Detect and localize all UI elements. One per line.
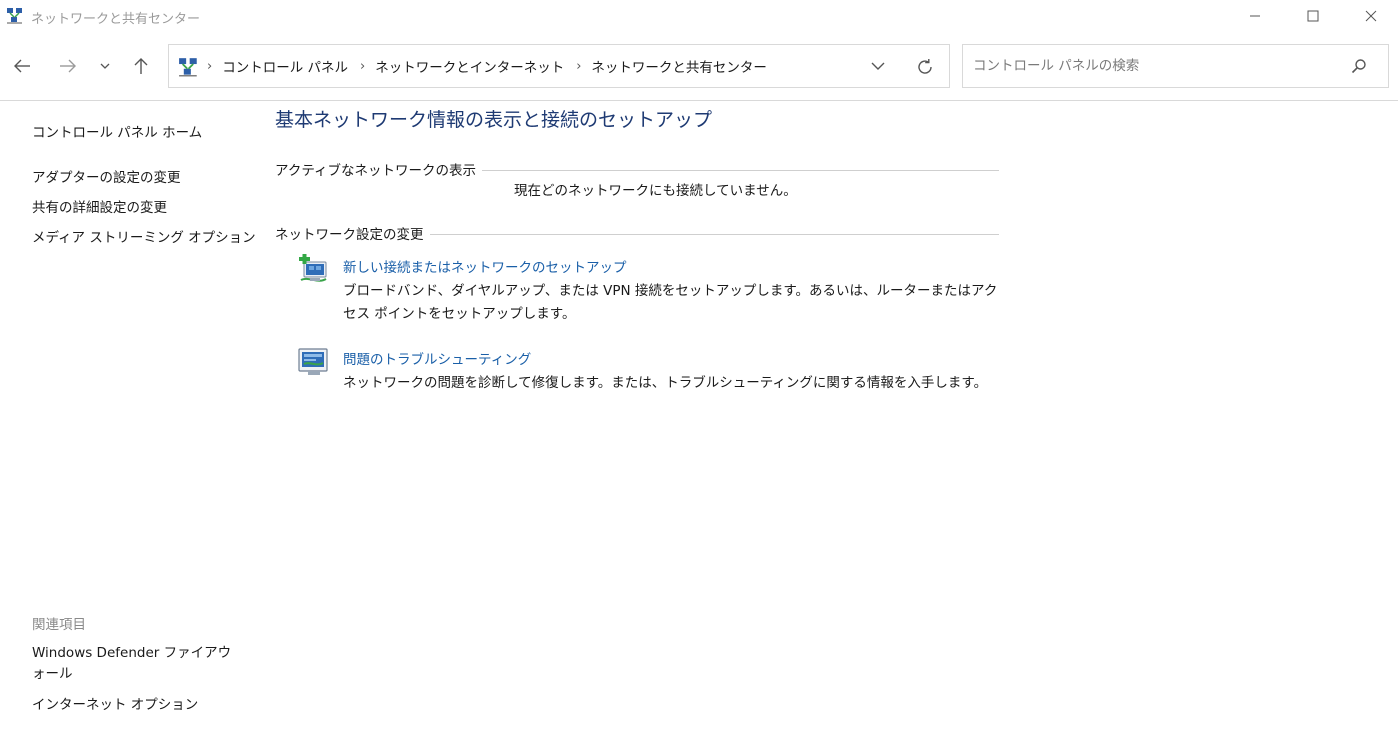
address-history-button[interactable] <box>867 55 889 77</box>
breadcrumb: › コントロール パネル › ネットワークとインターネット › ネットワークと共… <box>207 45 779 87</box>
sidebar-item-adapter-settings[interactable]: アダプターの設定の変更 <box>32 166 181 186</box>
breadcrumb-network-internet[interactable]: ネットワークとインターネット <box>375 56 564 76</box>
arrow-right-icon <box>60 59 76 73</box>
navigation-bar: › コントロール パネル › ネットワークとインターネット › ネットワークと共… <box>0 32 1398 101</box>
breadcrumb-control-panel[interactable]: コントロール パネル <box>222 56 348 76</box>
maximize-icon <box>1307 10 1319 22</box>
page-title: 基本ネットワーク情報の表示と接続のセットアップ <box>275 109 713 131</box>
troubleshoot-icon <box>298 348 328 375</box>
breadcrumb-separator[interactable]: › <box>207 59 212 74</box>
section-active-networks: アクティブなネットワークの表示 <box>275 159 999 179</box>
title-bar: ネットワークと共有センター <box>0 0 1398 32</box>
chevron-down-icon <box>871 62 885 70</box>
refresh-button[interactable] <box>913 55 937 79</box>
minimize-button[interactable] <box>1226 0 1284 32</box>
forward-button[interactable] <box>56 52 80 80</box>
up-button[interactable] <box>129 52 153 80</box>
address-bar[interactable]: › コントロール パネル › ネットワークとインターネット › ネットワークと共… <box>168 44 950 88</box>
section-heading: アクティブなネットワークの表示 <box>275 159 483 179</box>
sidebar-control-panel-home[interactable]: コントロール パネル ホーム <box>32 121 202 141</box>
related-link-firewall[interactable]: Windows Defender ファイアウォール <box>32 643 242 685</box>
breadcrumb-separator[interactable]: › <box>576 59 581 74</box>
new-connection-icon <box>299 254 327 282</box>
minimize-icon <box>1250 15 1260 17</box>
maximize-button[interactable] <box>1284 0 1342 32</box>
section-change-settings: ネットワーク設定の変更 <box>275 223 999 243</box>
breadcrumb-separator[interactable]: › <box>360 59 365 74</box>
network-center-icon <box>179 58 197 77</box>
sidebar-item-advanced-sharing[interactable]: 共有の詳細設定の変更 <box>32 196 167 216</box>
network-center-icon <box>7 8 22 24</box>
task-new-connection-description: ブロードバンド、ダイヤルアップ、または VPN 接続をセットアップします。あるい… <box>343 283 998 322</box>
related-link-internet-options[interactable]: インターネット オプション <box>32 693 198 713</box>
sidebar-item-media-streaming[interactable]: メディア ストリーミング オプション <box>32 226 256 246</box>
related-heading: 関連項目 <box>32 617 86 633</box>
arrow-up-icon <box>134 58 148 74</box>
breadcrumb-sharing-center[interactable]: ネットワークと共有センター <box>591 56 767 76</box>
close-button[interactable] <box>1342 0 1398 32</box>
section-heading: ネットワーク設定の変更 <box>275 223 430 243</box>
back-button[interactable] <box>10 52 34 80</box>
refresh-icon <box>918 59 932 74</box>
close-icon <box>1365 10 1377 22</box>
window-title: ネットワークと共有センター <box>31 12 201 27</box>
no-network-message: 現在どのネットワークにも接続していません。 <box>514 183 797 199</box>
search-box <box>962 44 1389 88</box>
search-input[interactable] <box>964 46 1334 86</box>
task-troubleshoot-link[interactable]: 問題のトラブルシューティング <box>343 348 531 368</box>
chevron-down-icon <box>100 63 110 69</box>
search-icon[interactable] <box>1351 58 1367 74</box>
task-troubleshoot-description: ネットワークの問題を診断して修復します。または、トラブルシューティングに関する情… <box>343 375 988 391</box>
arrow-left-icon <box>14 59 30 73</box>
task-new-connection-link[interactable]: 新しい接続またはネットワークのセットアップ <box>343 256 627 276</box>
recent-locations-button[interactable] <box>94 52 116 80</box>
